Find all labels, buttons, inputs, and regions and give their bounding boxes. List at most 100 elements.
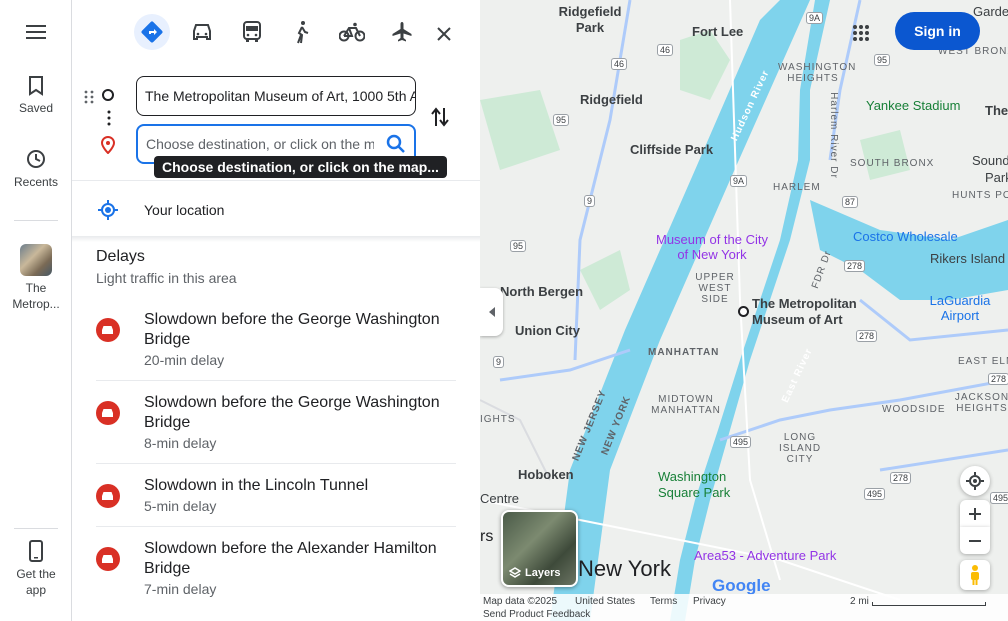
place-thumbnail — [20, 244, 52, 276]
traffic-alert-icon — [96, 484, 120, 508]
rail-divider — [14, 220, 58, 221]
delay-list: Slowdown before the George Washington Br… — [96, 310, 456, 621]
mode-bike[interactable] — [334, 14, 370, 50]
traffic-alert-icon — [96, 318, 120, 342]
apps-grid-icon[interactable] — [852, 24, 870, 42]
map-label: Cliffside Park — [630, 142, 714, 157]
map-label: Park — [985, 170, 1008, 185]
map-label: MANHATTAN — [648, 347, 720, 358]
directions-panel: The Metropolitan Museum of Art, 1000 5th… — [72, 0, 480, 621]
mode-flight[interactable] — [384, 14, 420, 50]
map-label: Rikers Island — [930, 251, 1006, 266]
destination-tooltip: Choose destination, or click on the map.… — [154, 156, 447, 178]
zoom-in-button[interactable] — [960, 500, 990, 527]
delay-item[interactable]: Slowdown before the George Washington Br… — [96, 393, 456, 464]
route-shield: 278 — [890, 472, 912, 484]
route-shield: 46 — [657, 44, 674, 56]
origin-input[interactable]: The Metropolitan Museum of Art, 1000 5th… — [136, 76, 416, 116]
terms-link[interactable]: Terms — [650, 596, 677, 607]
get-app-button[interactable]: Get the app — [0, 540, 72, 598]
layers-icon — [509, 567, 521, 578]
mode-walk[interactable] — [284, 14, 320, 50]
recents-button[interactable]: Recents — [0, 148, 72, 190]
mode-transit[interactable] — [234, 14, 270, 50]
delay-item[interactable]: Slowdown before the Alexander Hamilton B… — [96, 539, 456, 609]
privacy-link[interactable]: Privacy — [693, 596, 726, 607]
map-label: Washington Square Park — [658, 469, 731, 500]
map-label: rs — [480, 528, 494, 545]
plus-icon — [969, 507, 981, 520]
pegman-icon — [971, 565, 979, 585]
menu-icon — [26, 25, 46, 39]
map-label: WOODSIDE — [882, 404, 946, 415]
sign-in-button[interactable]: Sign in — [895, 12, 980, 50]
minus-icon — [969, 539, 981, 542]
layers-button[interactable]: Layers — [501, 510, 578, 587]
route-shield: 278 — [856, 330, 878, 342]
menu-button[interactable] — [0, 24, 72, 40]
close-directions-button[interactable] — [430, 20, 458, 48]
bookmark-icon — [29, 76, 43, 96]
feedback-link[interactable]: Send Product Feedback — [483, 609, 590, 620]
route-shield: 495 — [864, 488, 886, 500]
divider — [72, 180, 480, 181]
map-label: UPPER WEST SIDE — [695, 272, 735, 305]
delay-time: 8-min delay — [144, 435, 217, 451]
route-shield: 9 — [584, 195, 596, 207]
search-icon[interactable] — [386, 134, 406, 154]
delays-heading: Delays — [96, 248, 145, 265]
crosshair-icon — [966, 472, 984, 490]
map-label: WASHINGTON HEIGHTS — [778, 62, 857, 84]
delay-title: Slowdown before the George Washington Br… — [144, 311, 440, 348]
map-label: Area53 - Adventure Park — [694, 548, 837, 563]
travel-mode-bar — [134, 14, 420, 50]
map-label: Yankee Stadium — [866, 98, 961, 113]
phone-icon — [29, 540, 43, 562]
destination-input[interactable] — [146, 136, 374, 152]
route-shield: 9A — [730, 175, 748, 187]
map-label: Fort Lee — [692, 24, 744, 39]
map-canvas[interactable]: Ridgefield Park Fort Lee Ridgefield Clif… — [480, 0, 1008, 621]
car-icon — [193, 24, 211, 40]
traffic-alert-icon — [96, 547, 120, 571]
close-icon — [437, 27, 451, 41]
layers-label: Layers — [525, 567, 561, 579]
pegman-button[interactable] — [960, 560, 990, 590]
mode-drive[interactable] — [184, 14, 220, 50]
get-app-label: Get the app — [16, 567, 56, 597]
country-link[interactable]: United States — [575, 596, 635, 607]
delay-title: Slowdown in the Lincoln Tunnel — [144, 477, 369, 494]
swap-icon[interactable] — [430, 106, 450, 128]
route-shield: 9A — [806, 12, 824, 24]
saved-label: Saved — [18, 101, 54, 115]
route-shield: 46 — [611, 58, 628, 70]
delay-item[interactable]: Slowdown in the Lincoln Tunnel 5-min del… — [96, 476, 456, 527]
collapse-panel-button[interactable] — [480, 288, 503, 336]
map-label: JACKSON HEIGHTS — [954, 392, 1008, 414]
your-location-item[interactable]: Your location — [72, 190, 480, 230]
airplane-icon — [392, 22, 412, 42]
map-data-text: Map data ©2025 — [483, 596, 558, 607]
zoom-out-button[interactable] — [960, 527, 990, 554]
drag-handle-icon[interactable] — [84, 90, 94, 104]
map-label: Sound — [972, 153, 1008, 168]
my-location-button[interactable] — [960, 466, 990, 496]
museum-marker[interactable] — [738, 306, 749, 317]
delay-item[interactable]: Slowdown before the George Washington Br… — [96, 310, 456, 381]
route-shield: 95 — [510, 240, 527, 252]
map-label: Harlem River Dr — [827, 92, 839, 179]
route-shield: 495 — [990, 492, 1008, 504]
recent-place-item[interactable]: The Metrop... — [0, 244, 72, 312]
bus-icon — [243, 21, 261, 42]
bicycle-icon — [339, 22, 365, 42]
map-label: HUNTS POINT — [952, 190, 1008, 201]
map-label: MIDTOWN MANHATTAN — [651, 394, 721, 416]
saved-button[interactable]: Saved — [0, 76, 72, 116]
map-label: Centre — [480, 491, 520, 506]
mode-best[interactable] — [134, 14, 170, 50]
map-label: The — [985, 103, 1008, 118]
scale-label: 2 mi — [850, 596, 869, 607]
map-label: LONG ISLAND CITY — [778, 432, 822, 465]
map-footer: Map data ©2025 United States Terms Priva… — [480, 594, 1008, 621]
map-label: IGHTS — [480, 414, 516, 425]
